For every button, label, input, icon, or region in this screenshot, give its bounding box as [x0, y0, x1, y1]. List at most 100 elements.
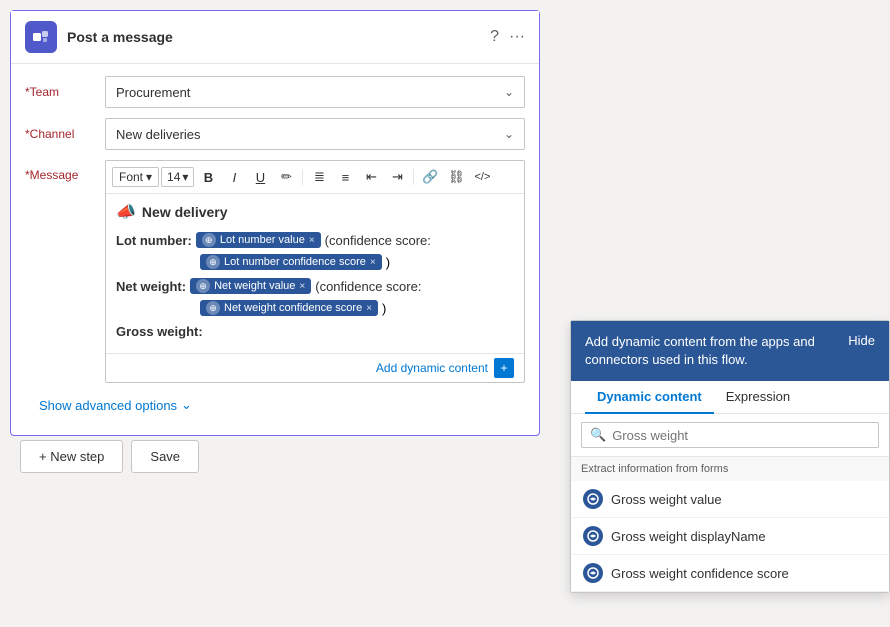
panel-header: Add dynamic content from the apps and co…	[571, 321, 889, 381]
card-title: Post a message	[67, 29, 480, 45]
net-confidence-label-2: (confidence score:	[315, 279, 421, 294]
lot-conf-token-icon: ⊕	[206, 255, 220, 269]
net-token-icon: ⊕	[196, 279, 210, 293]
decrease-indent-button[interactable]: ⇤	[359, 165, 383, 189]
panel-search-area: 🔍	[571, 414, 889, 457]
tab-expression-label: Expression	[726, 389, 790, 404]
team-row: *Team Procurement ⌄	[25, 76, 525, 108]
header-actions: ? ···	[490, 28, 525, 46]
editor-content[interactable]: 📣 New delivery Lot number: ⊕ Lot number …	[106, 194, 524, 353]
confidence-label: (confidence score:	[325, 233, 431, 248]
lot-confidence-line: ⊕ Lot number confidence score × )	[200, 254, 514, 270]
gross-weight-line: Gross weight:	[116, 324, 514, 339]
lot-value-token[interactable]: ⊕ Lot number value ×	[196, 232, 321, 248]
card-header: Post a message ? ···	[11, 11, 539, 64]
tab-dynamic-content-label: Dynamic content	[597, 389, 702, 404]
size-dropdown[interactable]: 14 ▾	[161, 167, 194, 187]
add-dynamic-label: Add dynamic content	[376, 361, 488, 375]
size-dropdown-arrow: ▾	[182, 170, 188, 184]
font-dropdown-arrow: ▾	[146, 170, 152, 184]
channel-label: *Channel	[25, 127, 105, 141]
advanced-options[interactable]: Show advanced options ⌄	[25, 387, 525, 423]
channel-value: New deliveries	[116, 127, 201, 142]
teams-logo-icon	[25, 21, 57, 53]
team-dropdown[interactable]: Procurement ⌄	[105, 76, 525, 108]
font-dropdown[interactable]: Font ▾	[112, 167, 159, 187]
list-item[interactable]: Gross weight value	[571, 481, 889, 518]
net-conf-token-icon: ⊕	[206, 301, 220, 315]
item-label-1: Gross weight displayName	[611, 529, 766, 544]
message-label: *Message	[25, 160, 105, 182]
channel-row: *Channel New deliveries ⌄	[25, 118, 525, 150]
gross-weight-label: Gross weight:	[116, 324, 203, 339]
bold-button[interactable]: B	[196, 165, 220, 189]
lot-confidence-token[interactable]: ⊕ Lot number confidence score ×	[200, 254, 382, 270]
add-dynamic-bar[interactable]: Add dynamic content +	[106, 353, 524, 382]
net-token-close[interactable]: ×	[299, 281, 305, 292]
toolbar-divider-2	[413, 169, 414, 185]
form-body: *Team Procurement ⌄ *Channel New deliver…	[11, 64, 539, 435]
close-paren-2: )	[382, 301, 386, 316]
item-icon-1	[583, 526, 603, 546]
lot-number-label: Lot number:	[116, 233, 192, 248]
lot-conf-token-close[interactable]: ×	[370, 257, 376, 268]
team-value: Procurement	[116, 85, 190, 100]
tab-expression[interactable]: Expression	[714, 381, 802, 414]
new-step-button[interactable]: + New step	[20, 440, 123, 473]
message-editor: Font ▾ 14 ▾ B I U ✏ ≣ ≡ ⇤ ⇥	[105, 160, 525, 383]
toolbar-divider	[302, 169, 303, 185]
delivery-header: 📣 New delivery	[116, 202, 514, 222]
net-conf-token-close[interactable]: ×	[366, 303, 372, 314]
help-icon[interactable]: ?	[490, 28, 499, 46]
megaphone-icon: 📣	[116, 202, 136, 222]
add-dynamic-icon: +	[494, 358, 514, 378]
lot-confidence-label: Lot number confidence score	[224, 256, 366, 268]
post-message-card: Post a message ? ··· *Team Procurement ⌄…	[10, 10, 540, 436]
font-label: Font	[119, 170, 143, 184]
net-confidence-line: ⊕ Net weight confidence score × )	[200, 300, 514, 316]
unlink-button[interactable]: ⛓	[444, 165, 468, 189]
channel-dropdown-arrow: ⌄	[504, 127, 514, 141]
item-icon-2	[583, 563, 603, 583]
list-item[interactable]: Gross weight confidence score	[571, 555, 889, 592]
link-button[interactable]: 🔗	[418, 165, 442, 189]
pen-button[interactable]: ✏	[274, 165, 298, 189]
net-weight-label: Net weight:	[116, 279, 186, 294]
underline-button[interactable]: U	[248, 165, 272, 189]
net-weight-token[interactable]: ⊕ Net weight value ×	[190, 278, 311, 294]
editor-toolbar: Font ▾ 14 ▾ B I U ✏ ≣ ≡ ⇤ ⇥	[106, 161, 524, 194]
save-label: Save	[150, 449, 180, 464]
bottom-actions: + New step Save	[10, 420, 209, 493]
delivery-title: New delivery	[142, 204, 228, 220]
numbered-list-button[interactable]: ≡	[333, 165, 357, 189]
advanced-options-label: Show advanced options	[39, 398, 177, 413]
lot-token-label: Lot number value	[220, 234, 305, 246]
search-input[interactable]	[612, 428, 870, 443]
dynamic-content-panel: Add dynamic content from the apps and co…	[570, 320, 890, 593]
increase-indent-button[interactable]: ⇥	[385, 165, 409, 189]
code-button[interactable]: </>	[470, 165, 494, 189]
save-button[interactable]: Save	[131, 440, 199, 473]
item-label-2: Gross weight confidence score	[611, 566, 789, 581]
channel-dropdown[interactable]: New deliveries ⌄	[105, 118, 525, 150]
search-box: 🔍	[581, 422, 879, 448]
team-dropdown-arrow: ⌄	[504, 85, 514, 99]
item-icon-0	[583, 489, 603, 509]
hide-panel-button[interactable]: Hide	[848, 333, 875, 348]
section-label: Extract information from forms	[571, 457, 889, 481]
tab-dynamic-content[interactable]: Dynamic content	[585, 381, 714, 414]
message-row: *Message Font ▾ 14 ▾ B I U ✏	[25, 160, 525, 383]
net-confidence-token[interactable]: ⊕ Net weight confidence score ×	[200, 300, 378, 316]
net-weight-line: Net weight: ⊕ Net weight value × (confid…	[116, 278, 514, 294]
panel-items: Gross weight value Gross weight displayN…	[571, 481, 889, 592]
list-item[interactable]: Gross weight displayName	[571, 518, 889, 555]
net-token-label: Net weight value	[214, 280, 295, 292]
new-step-label: + New step	[39, 449, 104, 464]
more-options-icon[interactable]: ···	[509, 28, 525, 46]
italic-button[interactable]: I	[222, 165, 246, 189]
lot-token-close[interactable]: ×	[309, 235, 315, 246]
advanced-options-arrow: ⌄	[181, 397, 192, 413]
lot-number-line: Lot number: ⊕ Lot number value × (confid…	[116, 232, 514, 248]
bullet-list-button[interactable]: ≣	[307, 165, 331, 189]
panel-header-text: Add dynamic content from the apps and co…	[585, 333, 838, 369]
